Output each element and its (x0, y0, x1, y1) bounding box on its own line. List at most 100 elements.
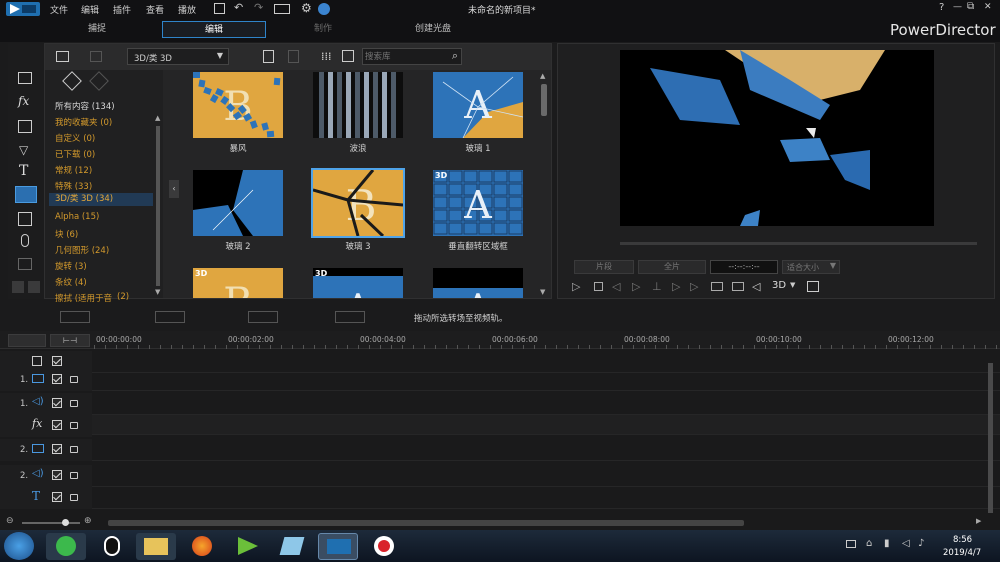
restore-button[interactable]: ⧉ (967, 1, 974, 12)
zoom-slider-thumb[interactable] (62, 519, 69, 526)
transition-thumbnail[interactable]: B 3D (193, 268, 283, 298)
download-icon[interactable] (90, 51, 102, 62)
qq-icon[interactable] (92, 533, 132, 560)
category-item[interactable]: 条纹 (4) (55, 276, 87, 288)
category-item[interactable]: 特殊 (33) (55, 180, 92, 192)
horizontal-scrollbar[interactable] (108, 520, 744, 526)
menu-playback[interactable]: 播放 (178, 3, 196, 16)
chapter-room-icon[interactable] (18, 258, 32, 270)
category-item[interactable]: 已下载 (0) (55, 148, 95, 160)
category-item[interactable]: 擦拭 (适用于音 (55, 292, 112, 304)
clip-mode-button[interactable]: 片段 (574, 260, 634, 274)
preview-slider-track[interactable] (620, 242, 977, 245)
fit-view-icon[interactable] (342, 50, 354, 62)
settings-icon[interactable]: ⚙ (301, 1, 312, 15)
timeline-track[interactable]: 1. ◁) (0, 393, 1000, 415)
menu-view[interactable]: 查看 (146, 3, 164, 16)
import-icon[interactable] (56, 51, 69, 62)
snapshot-icon[interactable] (711, 282, 723, 291)
keyboard-tray-icon[interactable] (846, 540, 856, 548)
category-dropdown[interactable]: 3D/类 3D ▼ (127, 48, 229, 65)
crossfade-icon[interactable] (248, 311, 278, 323)
usb-tray-icon[interactable]: ⌂ (866, 538, 872, 549)
glass-app-icon[interactable] (272, 533, 312, 560)
powerdirector-taskbar-icon[interactable] (318, 533, 358, 560)
lock-icon[interactable] (70, 446, 78, 453)
voiceover-room-icon[interactable] (21, 234, 29, 247)
category-item[interactable]: 自定义 (0) (55, 132, 95, 144)
transition-thumbnail[interactable]: A (433, 268, 523, 298)
category-item[interactable]: 我的收藏夹 (0) (55, 116, 112, 128)
audio-mixing-room-icon[interactable] (18, 212, 32, 226)
clock-date[interactable]: 2019/4/7 (943, 548, 981, 558)
category-item[interactable]: 所有内容 (134) (55, 100, 115, 112)
category-item[interactable]: 3D/类 3D (34) (49, 193, 153, 206)
close-button[interactable]: ✕ (984, 2, 992, 12)
aspect-ratio-icon[interactable] (274, 4, 290, 14)
tab-create-disc[interactable]: 创建光盘 (396, 21, 470, 38)
minimize-button[interactable]: — (953, 2, 962, 12)
add-to-favorites-icon[interactable] (263, 50, 274, 63)
category-item[interactable]: 块 (6) (55, 228, 78, 240)
category-item[interactable]: Alpha (15) (55, 212, 99, 222)
track-enable-checkbox[interactable] (52, 398, 62, 408)
fit-timeline-button[interactable]: ⊢⊣ (50, 334, 90, 347)
timeline-track[interactable]: 2. (0, 439, 1000, 461)
media-room-icon[interactable] (18, 72, 32, 84)
previous-frame-icon[interactable]: ◁ (612, 280, 620, 293)
account-icon[interactable] (318, 3, 330, 15)
start-button[interactable] (4, 532, 34, 560)
timeline-track[interactable]: fx (0, 415, 1000, 437)
volume-tray-icon[interactable]: ◁ (902, 538, 910, 549)
sound-tray-icon[interactable]: ♪ (918, 538, 924, 549)
zoom-slider[interactable] (22, 522, 80, 524)
file-explorer-icon[interactable] (136, 533, 176, 560)
help-button[interactable]: ? (939, 2, 944, 13)
scroll-right-icon[interactable]: ▶ (976, 517, 981, 525)
track-enable-checkbox[interactable] (52, 470, 62, 480)
timeline-scrollbar[interactable] (988, 363, 993, 513)
search-input[interactable] (365, 50, 445, 63)
tab-produce[interactable]: 制作 (286, 21, 360, 38)
search-icon[interactable]: ⌕ (452, 49, 458, 63)
search-input-box[interactable]: ⌕ (362, 48, 462, 65)
save-icon[interactable] (214, 3, 225, 14)
zoom-out-icon[interactable]: ⊖ (6, 516, 14, 526)
track-manager-button[interactable] (8, 334, 46, 347)
transition-thumbnail[interactable]: B (193, 72, 283, 138)
category-item[interactable]: 几何图形 (24) (55, 244, 109, 256)
movie-mode-button[interactable]: 全片 (638, 260, 706, 274)
grid-scrollbar[interactable] (541, 84, 547, 116)
update-icon[interactable] (46, 533, 86, 560)
timecode-field[interactable]: --:--:--:-- (710, 260, 778, 274)
collapse-rail-icon[interactable] (12, 281, 24, 293)
category-scrollbar[interactable] (156, 126, 160, 286)
track-enable-checkbox[interactable] (52, 420, 62, 430)
transition-thumbnail[interactable] (313, 72, 403, 138)
replace-icon[interactable] (335, 311, 365, 323)
fx-room-icon[interactable]: fx (18, 94, 29, 108)
overwrite-icon[interactable] (60, 311, 90, 323)
category-scroll-down-icon[interactable]: ▼ (155, 288, 160, 296)
undo-icon[interactable]: ↶ (234, 1, 243, 14)
expand-rail-icon[interactable] (28, 281, 40, 293)
transition-room-icon[interactable] (15, 186, 37, 203)
fit-size-dropdown[interactable]: 适合大小 ▼ (782, 260, 840, 274)
track-enable-checkbox[interactable] (52, 374, 62, 384)
grid-view-icon[interactable]: ⁞⁞⁞ (321, 50, 332, 63)
track-enable-checkbox[interactable] (52, 492, 62, 502)
lock-icon[interactable] (70, 472, 78, 479)
tab-capture[interactable]: 捕捉 (62, 21, 132, 38)
camtasia-icon[interactable] (228, 533, 268, 560)
track-enable-checkbox[interactable] (52, 444, 62, 454)
grid-scroll-down-icon[interactable]: ▼ (540, 288, 545, 296)
category-item[interactable]: 常规 (12) (55, 164, 92, 176)
redo-icon[interactable]: ↷ (254, 1, 263, 14)
firefox-icon[interactable] (182, 533, 222, 560)
zoom-in-icon[interactable]: ⊕ (84, 516, 92, 526)
tab-edit[interactable]: 编辑 (162, 21, 266, 38)
menu-file[interactable]: 文件 (50, 3, 68, 16)
3d-mode-button[interactable]: 3D (772, 280, 786, 291)
transition-thumbnail[interactable]: B (311, 168, 405, 238)
add-tag-icon[interactable] (62, 71, 82, 91)
